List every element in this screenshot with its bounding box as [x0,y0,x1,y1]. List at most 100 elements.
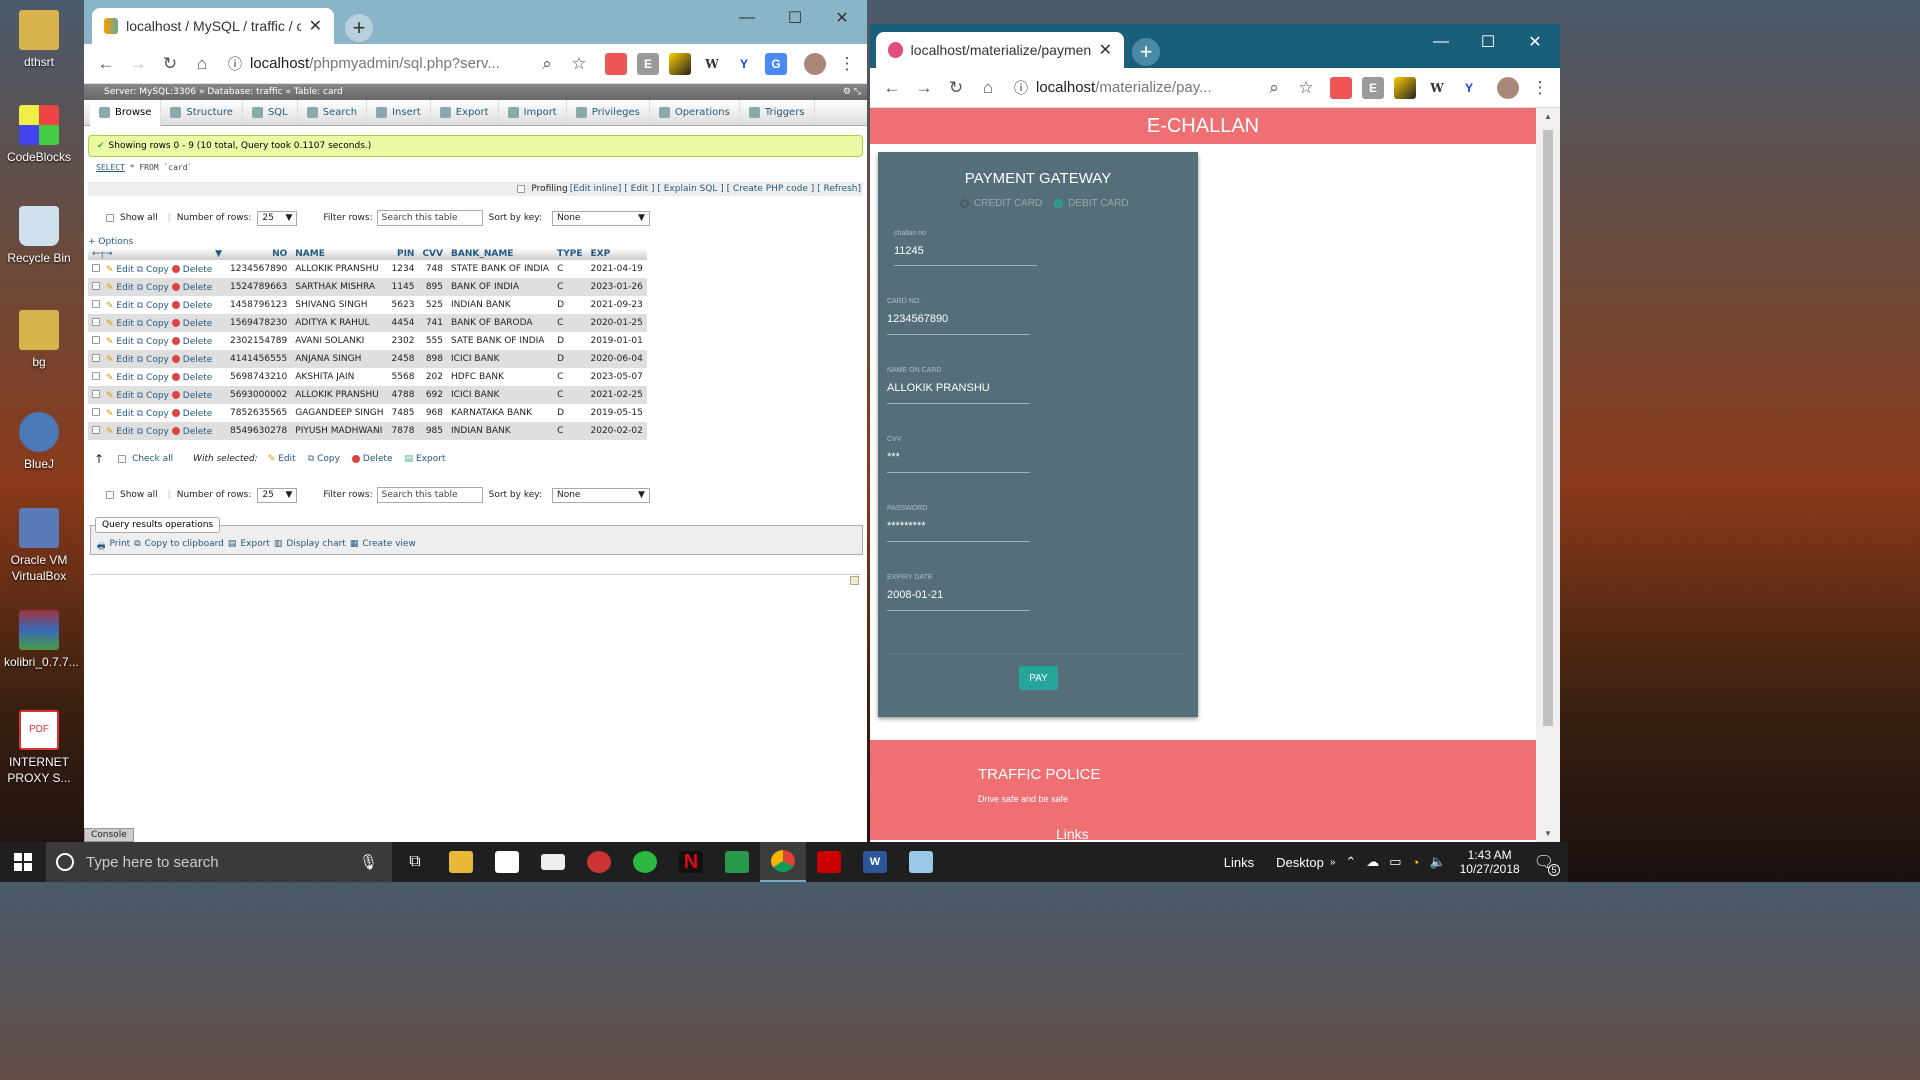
row-checkbox[interactable] [92,281,100,290]
table-cell[interactable]: 1145 [387,278,419,296]
table-cell[interactable]: 202 [418,368,447,386]
extension-drive-icon[interactable] [669,52,691,75]
breadcrumb-database[interactable]: Database: traffic » [207,87,291,97]
table-cell[interactable]: C [553,314,587,332]
close-window-button[interactable]: ✕ [1512,28,1558,56]
extension-e-icon[interactable]: E [637,52,659,75]
zoom-icon[interactable]: ⌕ [1258,72,1290,104]
column-header-no[interactable]: NO [226,248,292,260]
forward-icon[interactable]: → [122,48,154,80]
new-tab-button[interactable]: + [345,14,373,42]
home-icon[interactable]: ⌂ [186,48,218,80]
scroll-down-icon[interactable]: ▼ [1544,829,1552,838]
expiry-date-field[interactable]: EXPIRY DATE 2008-01-21 [887,574,1030,611]
row-checkbox[interactable] [92,335,100,344]
table-cell[interactable]: 1569478230 [226,314,292,332]
settings-gear-icon[interactable]: ⚙ ⤡ [843,87,861,97]
card-no-field[interactable]: CARD NO. 1234567890 [887,298,1030,335]
table-cell[interactable]: 898 [418,350,447,368]
options-link[interactable]: + Options [88,237,133,247]
taskbar-green-app[interactable] [714,842,760,882]
table-cell[interactable]: 2023-05-07 [586,368,647,386]
extension-office-icon[interactable] [605,52,627,75]
row-delete-link[interactable]: Delete [183,319,213,329]
row-checkbox[interactable] [92,389,100,398]
show-all-checkbox-bottom[interactable] [106,491,114,499]
scrollbar-thumb[interactable] [1543,130,1553,726]
column-header-type[interactable]: TYPE [553,248,587,260]
table-cell[interactable]: AKSHITA JAIN [291,368,388,386]
row-delete-link[interactable]: Delete [183,373,213,383]
row-edit-link[interactable]: Edit [116,373,133,383]
taskbar-word[interactable]: W [852,842,898,882]
table-cell[interactable]: ANJANA SINGH [291,350,388,368]
clock[interactable]: 1:43 AM 10/27/2018 [1460,848,1520,876]
reload-icon[interactable]: ↻ [940,72,972,104]
extension-office-icon[interactable] [1330,76,1352,99]
row-copy-link[interactable]: Copy [146,265,169,275]
onedrive-icon[interactable]: ☁ [1366,854,1379,870]
table-cell[interactable]: 5568 [387,368,419,386]
desktop-icon-codeblocks[interactable]: CodeBlocks [4,105,74,165]
menu-kebab-icon[interactable]: ⋮ [1524,72,1556,104]
address-bar[interactable]: ⓘ localhost/phpmyadmin/sql.php?serv... [228,54,531,74]
start-button[interactable] [0,842,46,882]
table-cell[interactable]: 1524789663 [226,278,292,296]
close-tab-icon[interactable]: ✕ [1091,40,1112,60]
row-checkbox[interactable] [92,299,100,308]
extension-e-icon[interactable]: E [1362,76,1384,99]
minimize-button[interactable]: — [1418,28,1464,56]
toolbar-overflow-icon[interactable]: » [1330,857,1336,868]
row-delete-link[interactable]: Delete [183,409,213,419]
bulk-edit-button[interactable]: Edit [278,454,295,464]
table-cell[interactable]: 4454 [387,314,419,332]
column-header-bank-name[interactable]: BANK_NAME [447,248,554,260]
table-cell[interactable]: 2302154789 [226,332,292,350]
table-cell[interactable]: D [553,404,587,422]
tab-search[interactable]: Search [298,99,368,126]
password-field[interactable]: PASSWORD ********* [887,505,1030,542]
tab-phpmyadmin[interactable]: localhost / MySQL / traffic / card ✕ [92,8,334,44]
row-edit-link[interactable]: Edit [116,409,133,419]
table-cell[interactable]: 5623 [387,296,419,314]
extension-wikipedia-icon[interactable]: W [701,53,723,75]
table-cell[interactable]: PIYUSH MADHWANI [291,422,388,440]
row-delete-link[interactable]: Delete [183,337,213,347]
table-cell[interactable]: 2019-05-15 [586,404,647,422]
tab-browse[interactable]: Browse [90,99,162,126]
row-delete-link[interactable]: Delete [183,265,213,275]
table-cell[interactable]: D [553,350,587,368]
table-cell[interactable]: AVANI SOLANKI [291,332,388,350]
row-delete-link[interactable]: Delete [183,355,213,365]
row-delete-link[interactable]: Delete [183,301,213,311]
table-cell[interactable]: 1234567890 [226,260,292,278]
row-delete-link[interactable]: Delete [183,283,213,293]
back-icon[interactable]: ← [90,48,122,80]
desktop-icon-bg[interactable]: bg [4,310,74,370]
row-checkbox[interactable] [92,317,100,326]
scroll-top-icon[interactable] [850,576,859,585]
table-cell[interactable]: 7878 [387,422,419,440]
row-copy-link[interactable]: Copy [146,319,169,329]
row-copy-link[interactable]: Copy [146,301,169,311]
table-cell[interactable]: 2021-09-23 [586,296,647,314]
table-cell[interactable]: GAGANDEEP SINGH [291,404,388,422]
table-cell[interactable]: 692 [418,386,447,404]
table-cell[interactable]: 2302 [387,332,419,350]
extension-drive-icon[interactable] [1394,76,1416,99]
page-scrollbar[interactable]: ▲ ▼ [1536,108,1560,842]
breadcrumb-server[interactable]: Server: MySQL:3306 » [104,87,204,97]
table-cell[interactable]: 5698743210 [226,368,292,386]
desktop-icon-internet-proxy[interactable]: PDF INTERNET PROXY S... [4,710,74,786]
row-edit-link[interactable]: Edit [116,427,133,437]
battery-icon[interactable]: ▭ [1389,854,1401,870]
profile-avatar-icon[interactable] [1497,76,1519,99]
tab-insert[interactable]: Insert [367,99,431,126]
table-cell[interactable]: 7852635565 [226,404,292,422]
maximize-button[interactable]: ☐ [772,4,818,32]
table-cell[interactable]: SATE BANK OF INDIA [447,332,554,350]
show-all-checkbox[interactable] [106,214,114,222]
create-view-link[interactable]: Create view [362,539,416,555]
table-cell[interactable]: 555 [418,332,447,350]
sort-by-key-select[interactable]: None ▼ [551,210,650,226]
